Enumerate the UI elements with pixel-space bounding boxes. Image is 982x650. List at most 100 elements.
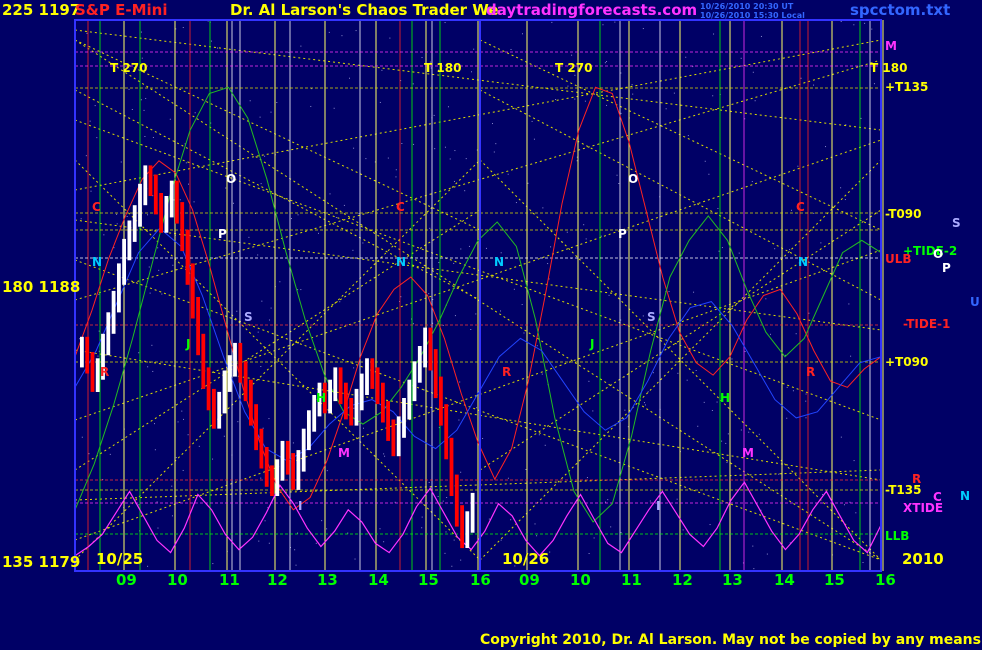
star: [264, 520, 266, 522]
year-label: 2010: [902, 550, 944, 568]
star: [182, 27, 184, 29]
star: [257, 331, 259, 333]
up-bar: [407, 379, 412, 420]
star: [179, 199, 181, 201]
star: [138, 352, 140, 354]
star: [79, 338, 81, 340]
marker-label: J: [590, 337, 595, 351]
marker-label: R: [502, 365, 512, 379]
star: [620, 532, 622, 534]
star: [677, 372, 679, 374]
session-date-label: 10/26: [502, 550, 550, 568]
star: [622, 418, 624, 420]
star: [541, 373, 543, 375]
up-bar: [117, 263, 121, 313]
star: [840, 436, 842, 438]
down-bar: [454, 474, 459, 527]
star: [126, 215, 128, 217]
down-bar: [428, 327, 433, 371]
star: [421, 516, 423, 518]
star: [453, 539, 455, 541]
star: [225, 187, 227, 189]
star: [527, 182, 529, 184]
star: [844, 199, 846, 201]
star: [182, 469, 184, 471]
star: [329, 193, 331, 195]
star: [428, 293, 430, 295]
star: [643, 402, 645, 404]
x-tick-label: 14: [774, 571, 795, 589]
star: [181, 410, 183, 412]
star: [708, 173, 710, 175]
star: [445, 531, 447, 533]
down-bar: [238, 342, 243, 383]
star: [549, 551, 551, 553]
star: [740, 429, 742, 431]
star: [318, 232, 320, 234]
star: [308, 361, 310, 363]
star: [840, 21, 842, 23]
star: [608, 294, 610, 296]
star: [140, 99, 142, 101]
star: [140, 31, 142, 33]
marker-label: T 180: [424, 61, 462, 75]
down-bar: [201, 333, 206, 389]
star: [290, 218, 292, 220]
star: [515, 202, 517, 204]
star: [428, 481, 430, 483]
star: [488, 518, 490, 520]
star: [748, 431, 750, 433]
star: [686, 379, 688, 381]
down-bar: [381, 382, 385, 423]
marker-label: C: [396, 200, 405, 214]
up-bar: [169, 180, 174, 218]
edge-letter: S: [952, 216, 961, 230]
star: [593, 537, 595, 539]
star: [383, 541, 385, 543]
star: [262, 427, 264, 429]
x-tick-label: 16: [470, 571, 491, 589]
star: [738, 252, 740, 254]
star: [358, 212, 360, 214]
marker-label: C: [92, 200, 101, 214]
star: [326, 528, 328, 530]
edge-letter: O: [933, 247, 944, 261]
up-bar: [222, 370, 227, 414]
star: [716, 401, 718, 403]
star: [86, 32, 88, 34]
star: [249, 100, 251, 102]
right-label: ULB: [885, 252, 912, 266]
marker-label: R: [806, 365, 816, 379]
star: [453, 262, 455, 264]
star: [395, 169, 397, 171]
up-bar: [465, 511, 470, 548]
star: [365, 158, 367, 160]
star: [536, 535, 538, 537]
star: [533, 138, 535, 140]
star: [610, 526, 612, 528]
star: [813, 84, 815, 86]
star: [820, 242, 822, 244]
timestamp-local: 10/26/2010 15:30 Local: [700, 11, 805, 20]
star: [567, 85, 569, 87]
up-bar: [233, 342, 237, 377]
star: [713, 33, 715, 35]
star: [592, 410, 594, 412]
up-bar: [307, 410, 311, 451]
star: [315, 542, 317, 544]
star: [149, 292, 151, 294]
down-bar: [375, 367, 380, 405]
down-bar: [190, 263, 195, 319]
right-label: LLB: [885, 529, 910, 543]
marker-label: P: [218, 227, 227, 241]
star: [493, 151, 495, 153]
star: [495, 143, 497, 145]
star: [668, 291, 670, 293]
star: [232, 202, 234, 204]
star: [210, 40, 212, 42]
star: [260, 477, 262, 479]
marker-label: R: [100, 365, 110, 379]
star: [845, 124, 847, 126]
star: [758, 433, 760, 435]
star: [550, 246, 552, 248]
